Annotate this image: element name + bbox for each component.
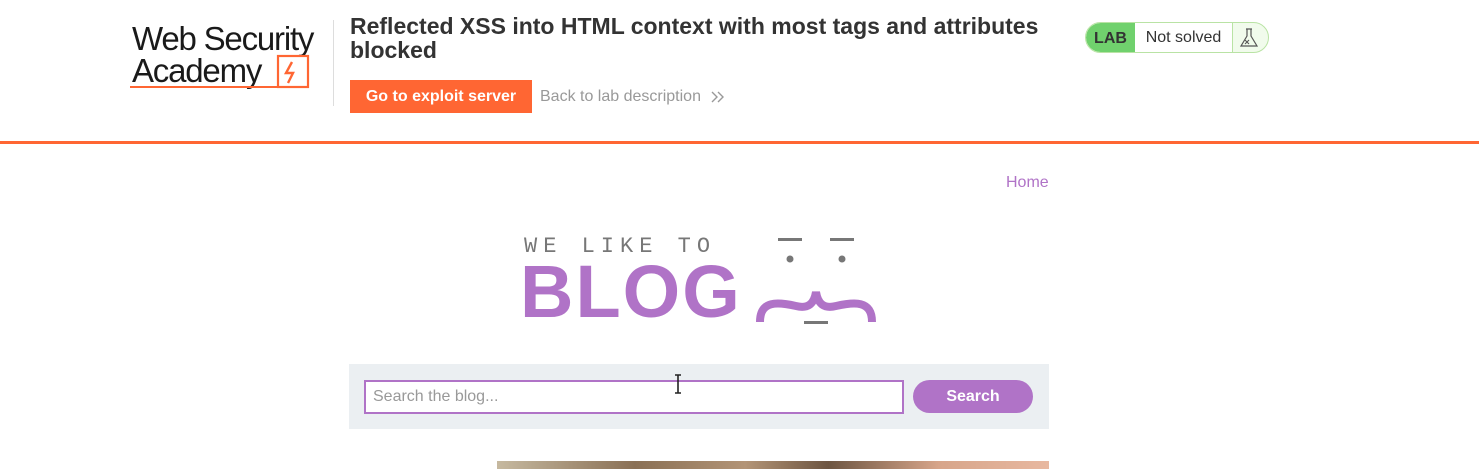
logo-text-line-2: Academy bbox=[132, 52, 263, 89]
academy-logo-graphic: Web Security Academy bbox=[130, 20, 316, 89]
blog-banner: WE LIKE TO BLOG bbox=[520, 230, 880, 333]
blog-post-image[interactable] bbox=[497, 461, 1049, 469]
search-input[interactable] bbox=[364, 380, 904, 414]
academy-header: Web Security Academy Reflected XSS into … bbox=[0, 0, 1479, 144]
text-cursor-icon bbox=[675, 374, 681, 394]
search-button[interactable]: Search bbox=[913, 380, 1033, 413]
web-security-academy-logo[interactable]: Web Security Academy bbox=[130, 20, 330, 92]
blog-face-icon bbox=[756, 238, 876, 324]
go-to-exploit-server-button[interactable]: Go to exploit server bbox=[350, 80, 532, 113]
nav-home-link[interactable]: Home bbox=[1006, 174, 1049, 192]
back-link-label: Back to lab description bbox=[540, 88, 701, 105]
blog-search-panel: Search bbox=[349, 364, 1049, 429]
lab-title: Reflected XSS into HTML context with mos… bbox=[350, 13, 1039, 63]
logo-divider bbox=[333, 20, 334, 106]
lab-status-widget: LAB Not solved bbox=[1085, 22, 1269, 53]
lab-status-text: Not solved bbox=[1135, 23, 1233, 52]
banner-word: BLOG bbox=[520, 250, 742, 333]
lab-badge: LAB bbox=[1086, 23, 1135, 52]
chevron-double-right-icon bbox=[711, 91, 725, 103]
flask-icon bbox=[1239, 28, 1259, 47]
back-to-lab-description-link[interactable]: Back to lab description bbox=[540, 80, 725, 113]
